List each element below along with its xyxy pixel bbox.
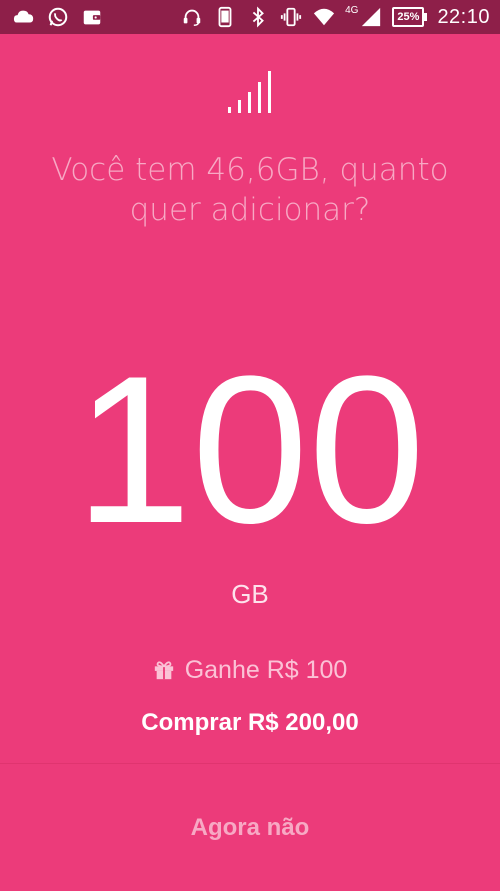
bonus-offer: Ganhe R$ 100 <box>0 654 500 686</box>
vibrate-icon <box>279 5 303 29</box>
whatsapp-icon <box>46 5 70 29</box>
amount-unit: GB <box>231 579 269 609</box>
wallet-icon <box>80 5 104 29</box>
data-balance-question: Você tem 46,6GB, quanto quer adicionar? <box>51 152 449 228</box>
cell-signal-icon <box>359 5 383 29</box>
clock: 22:10 <box>437 5 490 28</box>
buy-button[interactable]: Comprar R$ 200,00 <box>100 700 400 744</box>
network-type: 4G <box>345 4 359 16</box>
wifi-icon <box>312 5 336 29</box>
not-now-button[interactable]: Agora não <box>0 764 500 889</box>
status-bar-notifications <box>12 5 104 29</box>
bonus-text: Ganhe R$ 100 <box>184 656 348 684</box>
signal-bars-icon <box>228 71 271 113</box>
bluetooth-icon <box>246 5 270 29</box>
status-bar: 4G 25% 22:10 <box>0 0 500 34</box>
headset-mic-icon <box>180 5 204 29</box>
amount-selector[interactable]: 100 <box>0 330 500 570</box>
status-bar-system: 4G 25% 22:10 <box>180 5 490 29</box>
cloud-icon <box>12 5 36 29</box>
gift-icon <box>154 661 173 680</box>
battery-indicator: 25% <box>392 7 428 27</box>
phone-icon <box>213 5 237 29</box>
